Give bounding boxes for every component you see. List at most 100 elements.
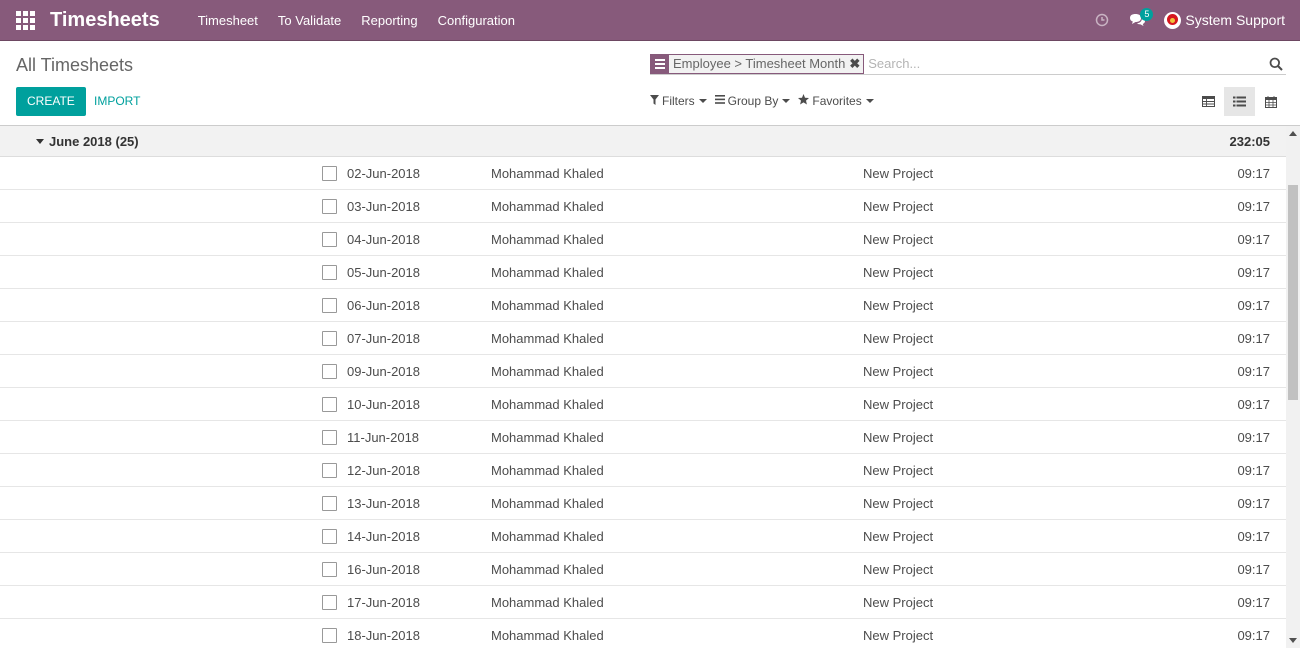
search-icon[interactable] — [1266, 54, 1286, 74]
row-employee: Mohammad Khaled — [491, 198, 604, 214]
row-employee: Mohammad Khaled — [491, 627, 604, 643]
table-row[interactable]: 18-Jun-2018 Mohammad Khaled New Project 09:… — [0, 619, 1286, 648]
calendar-view-button[interactable] — [1255, 87, 1286, 116]
row-checkbox[interactable] — [322, 331, 337, 346]
row-duration: 09:17 — [1237, 396, 1270, 412]
table-row[interactable]: 09-Jun-2018 Mohammad Khaled New Project 09:… — [0, 355, 1286, 388]
row-checkbox[interactable] — [322, 298, 337, 313]
row-project: New Project — [863, 264, 934, 280]
favorites-label: Favorites — [812, 94, 862, 108]
scrollbar[interactable] — [1286, 126, 1300, 648]
menu-configuration[interactable]: Configuration — [428, 0, 525, 41]
breadcrumb: All Timesheets — [16, 55, 134, 75]
row-checkbox[interactable] — [322, 166, 337, 181]
row-employee: Mohammad Khaled — [491, 297, 604, 313]
filters-dropdown[interactable]: Filters — [650, 94, 707, 108]
create-button[interactable]: CREATE — [16, 87, 86, 116]
table-row[interactable]: 14-Jun-2018 Mohammad Khaled New Project 09:… — [0, 520, 1286, 553]
row-date: 13-Jun-2018 — [347, 495, 420, 511]
caret-down-icon — [36, 138, 44, 144]
row-date: 17-Jun-2018 — [347, 594, 420, 610]
import-button[interactable]: IMPORT — [88, 87, 146, 116]
apps-menu-button[interactable] — [0, 0, 50, 41]
row-checkbox[interactable] — [322, 628, 337, 643]
group-header[interactable]: June 2018 (25) 232:05 — [0, 126, 1286, 157]
menu-to-validate[interactable]: To Validate — [268, 0, 351, 41]
facet-label: Employee > Timesheet Month — [673, 56, 846, 71]
row-date: 06-Jun-2018 — [347, 297, 420, 313]
row-checkbox[interactable] — [322, 496, 337, 511]
row-checkbox[interactable] — [322, 529, 337, 544]
row-duration: 09:17 — [1237, 363, 1270, 379]
chevron-down-icon — [782, 99, 791, 103]
row-project: New Project — [863, 462, 934, 478]
grid-view-icon — [1202, 96, 1215, 107]
row-employee: Mohammad Khaled — [491, 495, 604, 511]
row-checkbox[interactable] — [322, 430, 337, 445]
grid-view-button[interactable] — [1193, 87, 1224, 116]
list-view-button[interactable] — [1224, 87, 1255, 116]
row-checkbox[interactable] — [322, 397, 337, 412]
table-row[interactable]: 13-Jun-2018 Mohammad Khaled New Project 09:… — [0, 487, 1286, 520]
table-row[interactable]: 05-Jun-2018 Mohammad Khaled New Project 09:… — [0, 256, 1286, 289]
row-project: New Project — [863, 396, 934, 412]
table-row[interactable]: 02-Jun-2018 Mohammad Khaled New Project 09:… — [0, 157, 1286, 190]
row-checkbox[interactable] — [322, 595, 337, 610]
search-input[interactable] — [868, 56, 1266, 71]
row-employee: Mohammad Khaled — [491, 429, 604, 445]
table-row[interactable]: 04-Jun-2018 Mohammad Khaled New Project 09:… — [0, 223, 1286, 256]
table-row[interactable]: 03-Jun-2018 Mohammad Khaled New Project 09:… — [0, 190, 1286, 223]
table-row[interactable]: 07-Jun-2018 Mohammad Khaled New Project 09:… — [0, 322, 1286, 355]
menu-reporting[interactable]: Reporting — [351, 0, 427, 41]
table-row[interactable]: 16-Jun-2018 Mohammad Khaled New Project 09:… — [0, 553, 1286, 586]
user-menu[interactable]: System Support — [1156, 0, 1300, 41]
menu-timesheet[interactable]: Timesheet — [188, 0, 268, 41]
row-project: New Project — [863, 561, 934, 577]
control-panel: All Timesheets CREATE IMPORT Employee > … — [0, 41, 1300, 126]
row-project: New Project — [863, 363, 934, 379]
apps-grid-icon — [15, 10, 35, 30]
group-by-icon — [651, 54, 669, 73]
row-employee: Mohammad Khaled — [491, 561, 604, 577]
systray: 5 System Support — [1085, 0, 1300, 41]
scroll-down-icon[interactable] — [1289, 638, 1297, 643]
row-checkbox[interactable] — [322, 232, 337, 247]
table-row[interactable]: 17-Jun-2018 Mohammad Khaled New Project 09:… — [0, 586, 1286, 619]
group-by-label: Group By — [727, 94, 779, 108]
scrollbar-thumb[interactable] — [1288, 185, 1298, 400]
table-row[interactable]: 12-Jun-2018 Mohammad Khaled New Project 09:… — [0, 454, 1286, 487]
row-project: New Project — [863, 528, 934, 544]
row-checkbox[interactable] — [322, 562, 337, 577]
search-bar: Employee > Timesheet Month ✖ — [650, 53, 1286, 75]
row-employee: Mohammad Khaled — [491, 594, 604, 610]
groupby-facet: Employee > Timesheet Month ✖ — [650, 53, 865, 74]
table-row[interactable]: 10-Jun-2018 Mohammad Khaled New Project 09:… — [0, 388, 1286, 421]
row-duration: 09:17 — [1237, 528, 1270, 544]
scroll-up-icon[interactable] — [1289, 131, 1297, 136]
group-by-dropdown[interactable]: Group By — [714, 94, 791, 108]
row-project: New Project — [863, 495, 934, 511]
row-employee: Mohammad Khaled — [491, 264, 604, 280]
favorites-dropdown[interactable]: Favorites — [798, 94, 874, 108]
row-project: New Project — [863, 198, 934, 214]
messages-count-badge: 5 — [1140, 7, 1154, 21]
activity-clock-icon[interactable] — [1085, 0, 1119, 41]
row-date: 16-Jun-2018 — [347, 561, 420, 577]
row-duration: 09:17 — [1237, 264, 1270, 280]
row-checkbox[interactable] — [322, 265, 337, 280]
row-employee: Mohammad Khaled — [491, 330, 604, 346]
row-employee: Mohammad Khaled — [491, 363, 604, 379]
row-date: 03-Jun-2018 — [347, 198, 420, 214]
row-checkbox[interactable] — [322, 364, 337, 379]
main-menu: Timesheet To Validate Reporting Configur… — [188, 0, 525, 41]
group-total: 232:05 — [1229, 133, 1270, 149]
table-row[interactable]: 06-Jun-2018 Mohammad Khaled New Project 09:… — [0, 289, 1286, 322]
messages-icon[interactable]: 5 — [1119, 0, 1156, 41]
row-date: 10-Jun-2018 — [347, 396, 420, 412]
table-row[interactable]: 11-Jun-2018 Mohammad Khaled New Project 09:… — [0, 421, 1286, 454]
row-checkbox[interactable] — [322, 199, 337, 214]
facet-remove-icon[interactable]: ✖ — [849, 56, 863, 72]
row-date: 04-Jun-2018 — [347, 231, 420, 247]
group-label: June 2018 (25) — [49, 133, 139, 149]
row-checkbox[interactable] — [322, 463, 337, 478]
